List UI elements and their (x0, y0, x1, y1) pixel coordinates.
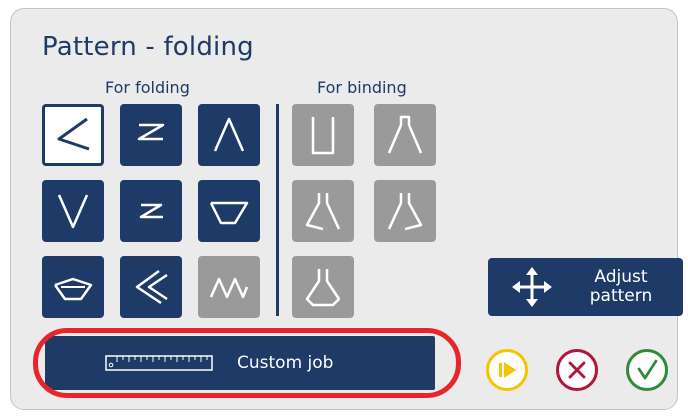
bind-u-icon (311, 117, 335, 155)
bind-flask-icon (305, 269, 341, 307)
cancel-icon (568, 361, 586, 379)
custom-job-label: Custom job (237, 353, 334, 373)
fold-pattern-trapezoid[interactable] (198, 180, 260, 242)
fold-pattern-zigzag[interactable] (198, 256, 260, 318)
bind-pattern-a-left[interactable] (292, 180, 354, 242)
fold-z-icon (137, 123, 165, 141)
fold-v-icon (57, 194, 89, 229)
adjust-pattern-button[interactable]: Adjust pattern (488, 258, 683, 316)
play-button[interactable] (486, 349, 528, 391)
ruler-icon (105, 355, 213, 371)
cancel-button[interactable] (556, 349, 598, 391)
custom-job-button[interactable]: Custom job (45, 336, 435, 390)
bind-pattern-u[interactable] (292, 104, 354, 166)
adjust-pattern-label: Adjust pattern (589, 267, 653, 306)
fold-zigzag-icon (209, 277, 249, 299)
fold-pattern-peak[interactable] (198, 104, 260, 166)
folding-group-label: For folding (105, 78, 190, 97)
bind-pattern-a-right[interactable] (374, 180, 436, 242)
fold-peak-icon (213, 117, 245, 152)
fold-pattern-small-z[interactable] (120, 180, 182, 242)
play-icon (499, 362, 516, 378)
move-arrows-icon (512, 267, 552, 307)
bind-a-right-icon (387, 193, 423, 231)
fold-pattern-angle-left[interactable] (42, 104, 104, 166)
fold-double-angle-icon (135, 269, 168, 305)
fold-small-z-icon (139, 203, 163, 219)
fold-trapezoid-icon (209, 201, 249, 225)
fold-angle-left-icon (57, 117, 90, 151)
fold-pattern-z[interactable] (120, 104, 182, 166)
binding-group-label: For binding (317, 78, 407, 97)
fold-m-trapezoid-icon (53, 277, 93, 301)
bind-a-left-icon (305, 193, 341, 231)
fold-pattern-double-angle[interactable] (120, 256, 182, 318)
bind-a-icon (387, 115, 423, 154)
fold-pattern-v[interactable] (42, 180, 104, 242)
confirm-button[interactable] (626, 349, 668, 391)
confirm-icon (637, 359, 658, 380)
group-divider (276, 104, 279, 316)
dialog-title: Pattern - folding (42, 32, 254, 62)
bind-pattern-a[interactable] (374, 104, 436, 166)
bind-pattern-flask[interactable] (292, 256, 354, 318)
fold-pattern-m-trapezoid[interactable] (42, 256, 104, 318)
